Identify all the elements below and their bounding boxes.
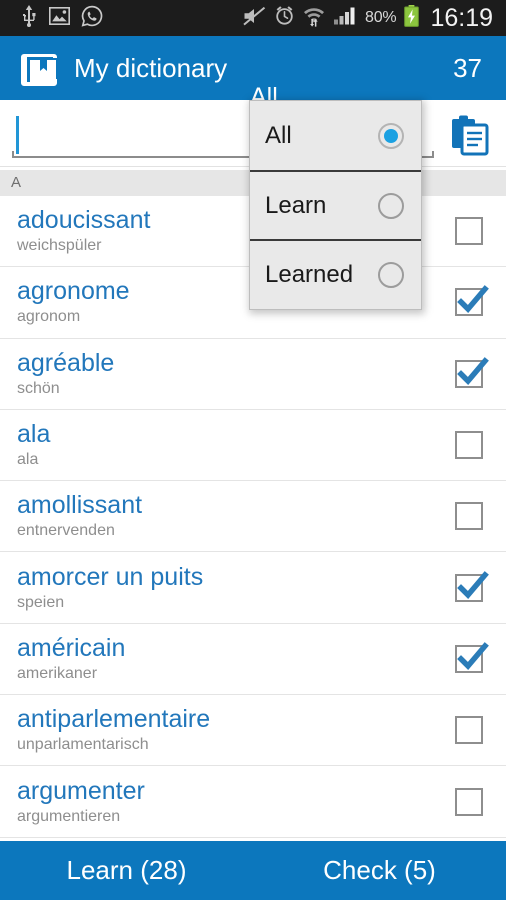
word-term: amorcer un puits bbox=[17, 562, 204, 591]
word-translation: amerikaner bbox=[17, 664, 98, 682]
word-translation: entnervenden bbox=[17, 522, 115, 540]
status-bar: 80% 16:19 bbox=[0, 0, 506, 36]
word-term: adoucissant bbox=[17, 206, 151, 235]
checkbox-unchecked[interactable] bbox=[455, 217, 483, 246]
word-list-item-texts: américain amerikaner bbox=[17, 634, 125, 684]
word-list-item-texts: ala ala bbox=[17, 420, 50, 470]
bottom-action-bar: Learn (28) Check (5) bbox=[0, 841, 506, 900]
status-bar-left-icons bbox=[20, 4, 103, 32]
word-term: agréable bbox=[17, 348, 115, 377]
word-translation: agronom bbox=[17, 308, 81, 326]
app-root: 80% 16:19 My dictionary All 37 A adoucis… bbox=[0, 0, 506, 900]
word-list-item[interactable]: antiparlementaire unparlamentarisch bbox=[0, 695, 506, 767]
usb-icon bbox=[20, 4, 38, 32]
radio-button-unselected[interactable] bbox=[378, 192, 404, 219]
word-list-item-texts: agronome agronom bbox=[17, 277, 130, 327]
checkbox-unchecked[interactable] bbox=[455, 502, 483, 531]
word-list-item-texts: amorcer un puits speien bbox=[17, 563, 203, 613]
word-term: américain bbox=[17, 633, 126, 662]
filter-option-learn[interactable]: Learn bbox=[250, 170, 421, 239]
radio-button-unselected[interactable] bbox=[378, 261, 404, 288]
word-count-badge: 37 bbox=[453, 52, 482, 83]
word-list-item[interactable]: américain amerikaner bbox=[0, 624, 506, 696]
word-term: argumenter bbox=[17, 776, 145, 805]
wifi-icon bbox=[303, 5, 325, 32]
word-list-item[interactable]: amollissant entnervenden bbox=[0, 481, 506, 553]
checkbox-checked[interactable] bbox=[455, 356, 489, 388]
filter-option-learned[interactable]: Learned bbox=[250, 239, 421, 308]
check-button[interactable]: Check (5) bbox=[253, 841, 506, 900]
battery-charging-icon bbox=[404, 4, 420, 32]
status-bar-right-icons: 80% 16:19 bbox=[243, 4, 493, 33]
word-list-item[interactable]: ala ala bbox=[0, 410, 506, 482]
whatsapp-icon bbox=[81, 5, 103, 32]
checkbox-unchecked[interactable] bbox=[455, 431, 483, 460]
filter-option-all[interactable]: All bbox=[250, 101, 421, 170]
alarm-icon bbox=[274, 5, 295, 31]
action-bar: My dictionary All 37 bbox=[0, 36, 506, 130]
page-title: My dictionary bbox=[74, 52, 228, 83]
learn-button[interactable]: Learn (28) bbox=[0, 841, 253, 900]
checkbox-checked[interactable] bbox=[455, 570, 489, 602]
text-cursor bbox=[16, 116, 19, 154]
word-translation: ala bbox=[17, 451, 39, 469]
clock-label: 16:19 bbox=[430, 3, 493, 32]
filter-option-label: Learned bbox=[265, 260, 354, 288]
word-term: amollissant bbox=[17, 491, 143, 520]
gallery-icon bbox=[49, 6, 70, 30]
section-header-letter: A bbox=[11, 174, 22, 191]
word-translation: speien bbox=[17, 593, 65, 611]
filter-option-label: All bbox=[265, 121, 292, 149]
checkbox-unchecked[interactable] bbox=[455, 787, 483, 816]
word-list-item[interactable]: agréable schön bbox=[0, 339, 506, 410]
checkbox-checked[interactable] bbox=[455, 642, 489, 673]
word-translation: unparlamentarisch bbox=[17, 736, 149, 754]
mute-icon bbox=[243, 6, 266, 31]
word-translation: weichspüler bbox=[17, 237, 102, 255]
word-list-item[interactable]: amorcer un puits speien bbox=[0, 552, 506, 624]
word-term: agronome bbox=[17, 277, 130, 306]
battery-percent-label: 80% bbox=[365, 9, 397, 26]
checkbox-checked[interactable] bbox=[455, 285, 489, 317]
word-list-item-texts: adoucissant weichspüler bbox=[17, 206, 150, 256]
word-list-item-texts: agréable schön bbox=[17, 349, 114, 399]
word-translation: schön bbox=[17, 379, 60, 397]
clipboard-paste-icon[interactable] bbox=[448, 114, 492, 156]
book-bookmark-icon bbox=[18, 46, 62, 90]
radio-button-selected[interactable] bbox=[378, 122, 404, 149]
word-term: ala bbox=[17, 420, 51, 449]
filter-option-label: Learn bbox=[265, 191, 327, 219]
word-list-item-texts: amollissant entnervenden bbox=[17, 491, 142, 541]
word-term: antiparlementaire bbox=[17, 705, 211, 734]
checkbox-unchecked[interactable] bbox=[455, 716, 483, 745]
filter-dropdown-menu[interactable]: All Learn Learned bbox=[249, 100, 422, 310]
word-translation: argumentieren bbox=[17, 807, 121, 825]
word-list-item-texts: argumenter argumentieren bbox=[17, 777, 145, 827]
signal-icon bbox=[333, 6, 357, 30]
word-list-item-texts: antiparlementaire unparlamentarisch bbox=[17, 705, 210, 755]
word-list-item[interactable]: argumenter argumentieren bbox=[0, 766, 506, 838]
